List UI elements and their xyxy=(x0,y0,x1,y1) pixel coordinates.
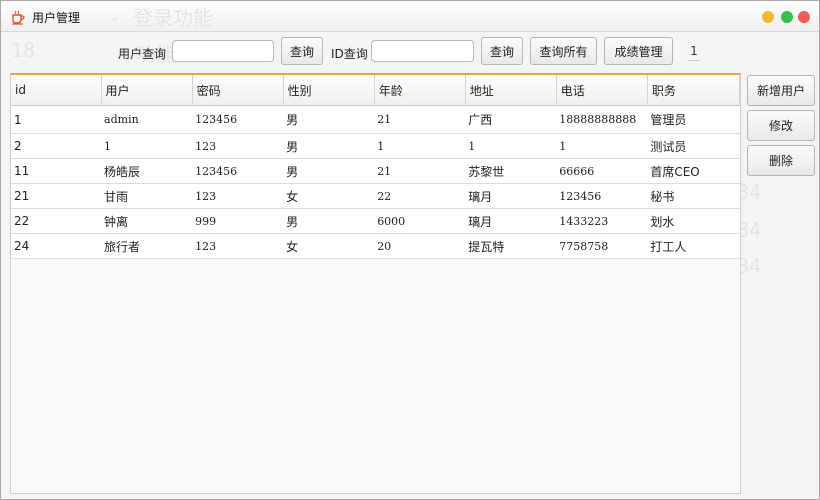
user-management-window: 用户管理 - 登录功能 18 功能 用户管理 12 成绩管理 13 ## 部分展… xyxy=(0,0,820,500)
user-query-button[interactable]: 查询 xyxy=(281,37,323,65)
side-action-panel: 新增用户 修改 删除 xyxy=(747,75,815,180)
cell-phone: 1 xyxy=(556,133,648,159)
cell-id: 21 xyxy=(11,183,102,209)
cell-phone: 18888888888 xyxy=(556,105,648,134)
column-header-address[interactable]: 地址 xyxy=(465,75,557,106)
grades-management-button[interactable]: 成绩管理 xyxy=(604,37,673,65)
id-query-button[interactable]: 查询 xyxy=(481,37,523,65)
cell-user: 1 xyxy=(101,133,193,159)
table-row[interactable]: 22 钟离 999 男 6000 璃月 1433223 划水 xyxy=(11,208,740,234)
cell-gender: 女 xyxy=(283,233,375,259)
cell-age: 20 xyxy=(374,233,466,259)
cell-password: 123456 xyxy=(192,105,284,134)
cell-user: 杨皓辰 xyxy=(101,158,193,184)
delete-button[interactable]: 删除 xyxy=(747,145,815,176)
page-number: 1 xyxy=(688,44,700,61)
cell-password: 123456 xyxy=(192,158,284,184)
cell-phone: 1433223 xyxy=(556,208,648,234)
table-row[interactable]: 24 旅行者 123 女 20 提瓦特 7758758 打工人 xyxy=(11,233,740,259)
cell-address: 璃月 xyxy=(465,183,557,209)
window-title: 用户管理 xyxy=(32,11,81,25)
cell-phone: 123456 xyxy=(556,183,648,209)
cell-id: 11 xyxy=(11,158,102,184)
cell-address: 提瓦特 xyxy=(465,233,557,259)
cell-password: 123 xyxy=(192,133,284,159)
user-query-input[interactable] xyxy=(172,40,274,62)
user-table: id 用户 密码 性别 年龄 地址 电话 职务 1 admin 123456 男… xyxy=(11,75,741,259)
cell-gender: 女 xyxy=(283,183,375,209)
cell-gender: 男 xyxy=(283,208,375,234)
id-query-input[interactable] xyxy=(371,40,474,62)
cell-phone: 66666 xyxy=(556,158,648,184)
table-row[interactable]: 11 杨皓辰 123456 男 21 苏黎世 66666 首席CEO xyxy=(11,158,740,184)
coffee-cup-icon xyxy=(12,10,25,25)
cell-age: 21 xyxy=(374,158,466,184)
cell-password: 123 xyxy=(192,183,284,209)
column-header-position[interactable]: 职务 xyxy=(647,75,741,106)
cell-password: 123 xyxy=(192,233,284,259)
cell-position: 秘书 xyxy=(647,183,740,209)
cell-address: 广西 xyxy=(465,105,557,134)
cell-age: 22 xyxy=(374,183,466,209)
minimize-button[interactable] xyxy=(762,11,774,23)
cell-id: 24 xyxy=(11,233,102,259)
user-table-panel: id 用户 密码 性别 年龄 地址 电话 职务 1 admin 123456 男… xyxy=(10,73,741,494)
user-query-label: 用户查询 xyxy=(118,47,167,61)
cell-position: 打工人 xyxy=(647,233,740,259)
column-header-password[interactable]: 密码 xyxy=(192,75,284,106)
cell-position: 首席CEO xyxy=(647,158,740,184)
toolbar: 用户查询 查询 ID查询 查询 查询所有 成绩管理 1 xyxy=(1,35,819,69)
cell-user: 旅行者 xyxy=(101,233,193,259)
cell-id: 2 xyxy=(11,133,102,159)
cell-age: 1 xyxy=(374,133,466,159)
cell-id: 1 xyxy=(11,105,102,134)
column-header-user[interactable]: 用户 xyxy=(101,75,193,106)
table-row[interactable]: 1 admin 123456 男 21 广西 18888888888 管理员 xyxy=(11,105,740,134)
edit-button[interactable]: 修改 xyxy=(747,110,815,141)
cell-id: 22 xyxy=(11,208,102,234)
cell-user: 甘雨 xyxy=(101,183,193,209)
cell-phone: 7758758 xyxy=(556,233,648,259)
table-header-row: id 用户 密码 性别 年龄 地址 电话 职务 xyxy=(11,75,741,106)
cell-position: 划水 xyxy=(647,208,740,234)
table-row[interactable]: 2 1 123 男 1 1 1 测试员 xyxy=(11,133,740,159)
cell-position: 管理员 xyxy=(647,105,740,134)
cell-gender: 男 xyxy=(283,133,375,159)
cell-position: 测试员 xyxy=(647,133,740,159)
table-row[interactable]: 21 甘雨 123 女 22 璃月 123456 秘书 xyxy=(11,183,740,209)
close-button[interactable] xyxy=(798,11,810,23)
column-header-phone[interactable]: 电话 xyxy=(556,75,648,106)
cell-gender: 男 xyxy=(283,158,375,184)
column-header-gender[interactable]: 性别 xyxy=(283,75,375,106)
column-header-age[interactable]: 年龄 xyxy=(374,75,466,106)
title-bar: 用户管理 xyxy=(1,1,819,32)
maximize-button[interactable] xyxy=(781,11,793,23)
cell-gender: 男 xyxy=(283,105,375,134)
cell-user: 钟离 xyxy=(101,208,193,234)
query-all-button[interactable]: 查询所有 xyxy=(530,37,597,65)
cell-age: 6000 xyxy=(374,208,466,234)
cell-password: 999 xyxy=(192,208,284,234)
add-user-button[interactable]: 新增用户 xyxy=(747,75,815,106)
cell-address: 璃月 xyxy=(465,208,557,234)
cell-user: admin xyxy=(101,105,193,134)
id-query-label: ID查询 xyxy=(331,47,368,61)
column-header-id[interactable]: id xyxy=(11,75,102,106)
cell-address: 1 xyxy=(465,133,557,159)
cell-age: 21 xyxy=(374,105,466,134)
cell-address: 苏黎世 xyxy=(465,158,557,184)
